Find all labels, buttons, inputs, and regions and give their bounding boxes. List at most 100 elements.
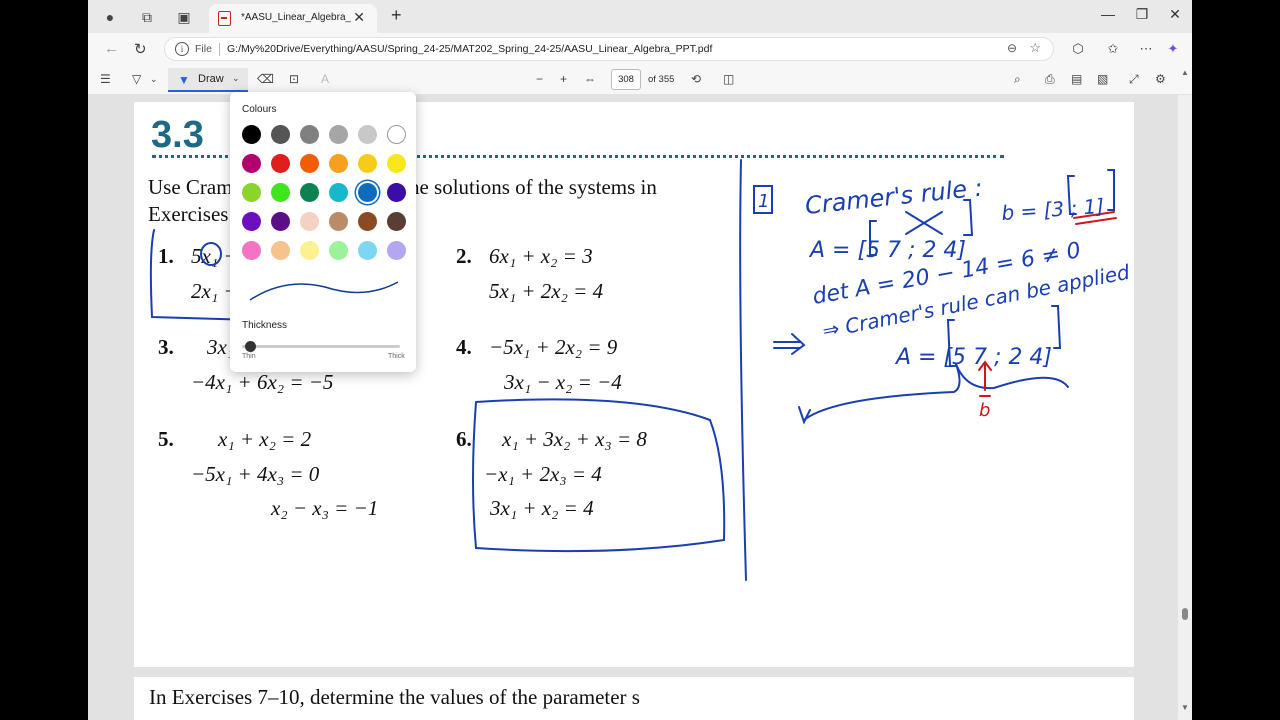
favorites-icon[interactable]: ✩ bbox=[1104, 41, 1122, 57]
back-icon[interactable]: ← bbox=[104, 40, 119, 57]
colour-swatch[interactable] bbox=[329, 212, 348, 231]
more-options-icon[interactable]: ⋯ bbox=[1137, 41, 1155, 57]
colour-swatch[interactable] bbox=[271, 183, 290, 202]
stroke-preview bbox=[249, 281, 399, 301]
pdf-toolbar: ☰ ▽ ⌄ ▼ Draw ⌄ ⌫ ⊡ A − + ⇔ 308 of 355 ⟲ … bbox=[88, 65, 1192, 95]
workspaces-icon[interactable]: ⧉ bbox=[138, 8, 156, 26]
zoom-in-icon[interactable]: + bbox=[560, 72, 567, 86]
colour-swatch[interactable] bbox=[387, 183, 406, 202]
ink-right-bracket bbox=[963, 199, 974, 236]
thickness-slider-knob[interactable] bbox=[244, 341, 256, 352]
colour-swatch[interactable] bbox=[358, 125, 377, 144]
colour-swatch[interactable] bbox=[271, 125, 290, 144]
text-box-icon[interactable]: ⊡ bbox=[289, 72, 299, 86]
colour-swatch[interactable] bbox=[387, 212, 406, 231]
file-label: File bbox=[195, 43, 212, 55]
scroll-down-icon[interactable]: ▼ bbox=[1181, 703, 1189, 712]
colour-swatch[interactable] bbox=[358, 241, 377, 260]
colour-swatch[interactable] bbox=[387, 241, 406, 260]
zoom-out-icon[interactable]: − bbox=[536, 72, 543, 86]
read-aloud-icon[interactable]: A bbox=[321, 72, 329, 86]
scrollbar-thumb[interactable] bbox=[1182, 608, 1188, 620]
ink-b-bracket-right bbox=[1107, 169, 1115, 211]
separator bbox=[219, 43, 220, 56]
colour-swatch[interactable] bbox=[358, 183, 377, 202]
settings-gear-icon[interactable]: ⚙ bbox=[1155, 72, 1166, 86]
search-icon[interactable]: ⌕ bbox=[1014, 72, 1021, 87]
zoom-icon[interactable]: ⊖ bbox=[1007, 41, 1017, 55]
colour-swatch[interactable] bbox=[242, 183, 261, 202]
minimize-icon[interactable]: — bbox=[1098, 6, 1118, 22]
colour-swatch[interactable] bbox=[242, 125, 261, 144]
draw-chevron-icon[interactable]: ⌄ bbox=[232, 73, 240, 84]
contents-icon[interactable]: ☰ bbox=[100, 72, 111, 86]
colour-swatch[interactable] bbox=[329, 125, 348, 144]
save-as-icon[interactable]: ▧ bbox=[1097, 72, 1108, 86]
colour-swatch[interactable] bbox=[329, 241, 348, 260]
save-icon[interactable]: ▤ bbox=[1071, 72, 1082, 86]
new-tab-icon[interactable]: + bbox=[391, 5, 402, 26]
draw-colour-panel: Colours Thickness Thin Thick bbox=[230, 92, 416, 372]
page-total: of 355 bbox=[648, 74, 675, 85]
copilot-icon[interactable]: ✦ bbox=[1164, 41, 1182, 57]
thin-label: Thin bbox=[242, 353, 256, 360]
ink-cramers-rule: Cramer's rule : bbox=[804, 173, 984, 219]
close-window-icon[interactable]: ✕ bbox=[1165, 6, 1185, 23]
colour-swatch[interactable] bbox=[300, 183, 319, 202]
colour-swatch[interactable] bbox=[358, 154, 377, 173]
address-bar-row: ← ↻ i File G:/My%20Drive/Everything/AASU… bbox=[88, 33, 1192, 65]
print-icon[interactable]: ⎙ bbox=[1045, 72, 1055, 87]
colour-swatch[interactable] bbox=[387, 154, 406, 173]
thick-label: Thick bbox=[388, 353, 405, 360]
tab-actions-icon[interactable]: ▣ bbox=[175, 8, 193, 26]
ink-a2-bracket-right bbox=[1051, 305, 1062, 349]
colour-swatch[interactable] bbox=[271, 241, 290, 260]
colour-swatch[interactable] bbox=[329, 183, 348, 202]
colour-swatch[interactable] bbox=[358, 212, 377, 231]
colour-swatch[interactable] bbox=[300, 125, 319, 144]
extensions-icon[interactable]: ⬡ bbox=[1069, 41, 1087, 57]
ink-matrix-a: A = [5 7 ; 2 4] bbox=[808, 238, 966, 263]
thickness-heading: Thickness bbox=[242, 320, 288, 331]
colour-swatch[interactable] bbox=[300, 241, 319, 260]
colour-swatch[interactable] bbox=[242, 212, 261, 231]
ink-brace bbox=[803, 363, 1069, 421]
info-icon[interactable]: i bbox=[175, 42, 189, 56]
page-view-icon[interactable]: ◫ bbox=[723, 72, 734, 86]
eraser-icon[interactable]: ⌫ bbox=[257, 72, 274, 86]
colour-swatch[interactable] bbox=[271, 154, 290, 173]
colour-swatch[interactable] bbox=[300, 154, 319, 173]
close-tab-icon[interactable]: ✕ bbox=[353, 9, 365, 26]
colour-swatch[interactable] bbox=[329, 154, 348, 173]
profile-icon[interactable]: ● bbox=[101, 8, 119, 26]
colours-heading: Colours bbox=[242, 104, 277, 115]
ink-b-vector: b = [3 ; 1] bbox=[1001, 194, 1105, 225]
colour-swatch[interactable] bbox=[300, 212, 319, 231]
colour-swatch[interactable] bbox=[242, 241, 261, 260]
colour-swatch[interactable] bbox=[242, 154, 261, 173]
browser-window: ● ⧉ ▣ *AASU_Linear_Algebra_PPT ✕ + — ❐ ✕… bbox=[88, 0, 1192, 720]
ink-number-1: 1 bbox=[758, 191, 769, 212]
maximize-icon[interactable]: ❐ bbox=[1132, 6, 1152, 23]
vertical-scrollbar[interactable]: ▲ ▼ bbox=[1178, 68, 1192, 720]
colour-swatch[interactable] bbox=[387, 125, 406, 144]
draw-button[interactable]: ▼ Draw ⌄ bbox=[168, 68, 248, 92]
fullscreen-icon[interactable]: ⤢ bbox=[1129, 72, 1139, 87]
rotate-icon[interactable]: ⟲ bbox=[691, 72, 701, 86]
tab-active[interactable]: *AASU_Linear_Algebra_PPT ✕ bbox=[209, 4, 377, 33]
address-bar[interactable]: i File G:/My%20Drive/Everything/AASU/Spr… bbox=[164, 37, 1054, 61]
url-text[interactable]: G:/My%20Drive/Everything/AASU/Spring_24-… bbox=[227, 43, 712, 55]
tab-title: *AASU_Linear_Algebra_PPT bbox=[241, 12, 351, 23]
highlight-icon[interactable]: ▽ bbox=[132, 72, 141, 86]
draw-label: Draw bbox=[198, 73, 224, 85]
page-number-input[interactable]: 308 bbox=[611, 69, 641, 90]
ink-circle-x1 bbox=[200, 242, 222, 266]
thickness-slider[interactable] bbox=[242, 341, 400, 352]
favorite-star-icon[interactable]: ☆ bbox=[1029, 40, 1041, 56]
fit-page-icon[interactable]: ⇔ bbox=[584, 72, 596, 86]
highlight-chevron-icon[interactable]: ⌄ bbox=[150, 74, 158, 85]
scroll-up-icon[interactable]: ▲ bbox=[1181, 68, 1189, 77]
colour-swatch[interactable] bbox=[271, 212, 290, 231]
refresh-icon[interactable]: ↻ bbox=[134, 40, 147, 58]
ink-cross-arrow bbox=[905, 211, 943, 235]
